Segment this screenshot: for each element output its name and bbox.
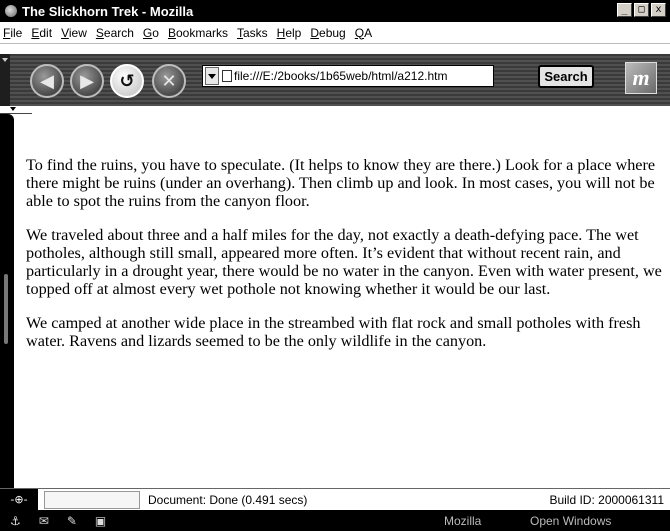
menu-tasks[interactable]: Tasks [237, 26, 268, 40]
menu-bar: File Edit View Search Go Bookmarks Tasks… [0, 22, 670, 44]
url-bar[interactable]: file:///E:/2books/1b65web/html/a212.htm [202, 65, 494, 87]
personal-toolbar-grip[interactable] [0, 106, 32, 114]
open-windows-button[interactable]: Open Windows [530, 514, 611, 528]
menu-edit[interactable]: Edit [31, 26, 52, 40]
menu-view[interactable]: View [61, 26, 87, 40]
menu-go[interactable]: Go [143, 26, 159, 40]
page-icon [222, 70, 232, 82]
taskbar-mozilla[interactable]: Mozilla [444, 514, 481, 528]
menu-qa[interactable]: QA [355, 26, 372, 40]
close-button[interactable]: x [651, 3, 666, 17]
title-bar: The Slickhorn Trek - Mozilla _ □ x [0, 0, 670, 22]
progress-meter [44, 490, 140, 509]
paragraph: To find the ruins, you have to speculate… [26, 156, 656, 210]
mail-icon[interactable]: ✉ [39, 514, 49, 528]
reload-button[interactable]: ↺ [110, 64, 144, 98]
build-id: Build ID: 2000061311 [549, 492, 664, 507]
connection-icon: -⊕- [0, 489, 38, 510]
menu-debug[interactable]: Debug [310, 26, 345, 40]
status-text: Document: Done (0.491 secs) [148, 492, 308, 507]
back-button[interactable]: ◀ [30, 64, 64, 98]
mozilla-app-icon[interactable] [5, 5, 17, 17]
menu-bookmarks[interactable]: Bookmarks [168, 26, 228, 40]
address-book-icon[interactable]: ▣ [95, 514, 106, 528]
status-bar: -⊕- Document: Done (0.491 secs) Build ID… [0, 488, 670, 510]
navigator-icon[interactable]: ⚓ [10, 514, 21, 528]
maximize-button[interactable]: □ [634, 3, 649, 17]
stop-button[interactable]: ✕ [152, 64, 186, 98]
paragraph: We traveled about three and a half miles… [26, 226, 662, 298]
forward-button[interactable]: ▶ [70, 64, 104, 98]
paragraph: We camped at another wide place in the s… [26, 314, 641, 350]
personal-toolbar [0, 106, 670, 114]
component-bar: ⚓ ✉ ✎ ▣ Mozilla Open Windows [0, 510, 670, 531]
window-controls: _ □ x [617, 3, 666, 17]
stop-icon: ✕ [161, 70, 177, 92]
back-arrow-icon: ◀ [40, 70, 54, 92]
composer-icon[interactable]: ✎ [67, 514, 77, 528]
forward-arrow-icon: ▶ [80, 70, 94, 92]
window-title: The Slickhorn Trek - Mozilla [22, 3, 194, 19]
menu-search[interactable]: Search [96, 26, 134, 40]
url-input[interactable]: file:///E:/2books/1b65web/html/a212.htm [234, 69, 447, 83]
reload-icon: ↺ [119, 70, 135, 92]
mozilla-logo-icon[interactable]: m [625, 62, 657, 94]
menu-help[interactable]: Help [277, 26, 302, 40]
url-dropdown-button[interactable] [205, 67, 219, 85]
search-button[interactable]: Search [538, 65, 594, 88]
minimize-button[interactable]: _ [617, 3, 632, 17]
toolbar-grip[interactable] [0, 54, 10, 106]
page-content: To find the ruins, you have to speculate… [26, 156, 664, 366]
menu-file[interactable]: File [3, 26, 22, 40]
sidebar-grippy[interactable] [0, 114, 14, 488]
